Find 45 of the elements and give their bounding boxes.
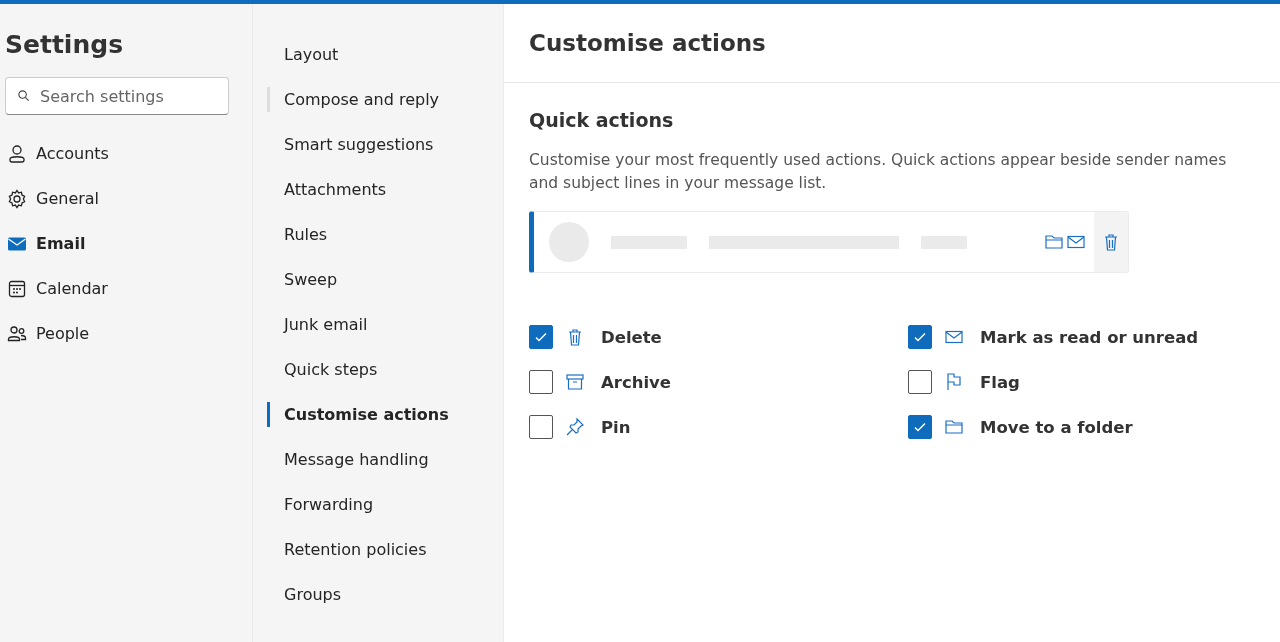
- people-icon: [7, 323, 27, 344]
- checkbox[interactable]: [529, 415, 553, 439]
- settings-menu-item[interactable]: Retention policies: [267, 527, 433, 572]
- section-heading: Quick actions: [529, 109, 675, 131]
- settings-menu-item[interactable]: Message handling: [267, 437, 435, 482]
- sidebar-item[interactable]: Email: [5, 221, 86, 266]
- checkbox[interactable]: [529, 370, 553, 394]
- settings-menu-item[interactable]: Rules: [267, 212, 334, 257]
- settings-menu-item[interactable]: Junk email: [267, 302, 374, 347]
- checkbox[interactable]: [908, 325, 932, 349]
- folder-icon: [1044, 232, 1064, 252]
- settings-menu-item[interactable]: Smart suggestions: [267, 122, 440, 167]
- sidebar-item[interactable]: Calendar: [5, 266, 108, 311]
- action-label: Delete: [601, 327, 662, 347]
- checkbox[interactable]: [529, 325, 553, 349]
- sidebar-item[interactable]: General: [5, 176, 100, 221]
- flag-icon: [944, 372, 964, 392]
- settings-menu-item[interactable]: Customise actions: [267, 402, 455, 427]
- search-field[interactable]: Search settings: [5, 77, 229, 115]
- person-icon: [7, 143, 27, 164]
- settings-menu-item[interactable]: Quick steps: [267, 347, 384, 392]
- settings-icon: [7, 188, 27, 209]
- checkbox[interactable]: [908, 370, 932, 394]
- action-label: Archive: [601, 372, 672, 392]
- archive-box-icon: [565, 372, 585, 392]
- settings-menu-item[interactable]: Sweep: [267, 257, 344, 302]
- settings-title: Settings: [5, 30, 124, 59]
- section-description: Customise your most frequently used actions. Quick actions appear beside sender names and subject lines in your message list.: [529, 150, 1228, 194]
- action-label: Pin: [601, 417, 631, 437]
- action-label: Mark as read or unread: [980, 327, 1199, 347]
- folder-icon: [944, 417, 964, 437]
- action-label: Flag: [980, 372, 1020, 392]
- settings-menu-item[interactable]: Forwarding: [267, 482, 380, 527]
- sidebar-item[interactable]: Accounts: [5, 131, 109, 176]
- settings-menu-item[interactable]: Layout: [267, 32, 345, 77]
- settings-menu-item[interactable]: Attachments: [267, 167, 393, 212]
- calendar-icon: [7, 278, 27, 299]
- settings-menu-item[interactable]: Groups: [267, 572, 348, 617]
- action-label: Move to a folder: [980, 417, 1133, 437]
- sidebar-item[interactable]: People: [5, 311, 90, 356]
- search-icon: [17, 89, 30, 102]
- checkbox[interactable]: [908, 415, 932, 439]
- settings-menu-item[interactable]: Compose and reply: [267, 87, 446, 112]
- pin-icon: [565, 417, 585, 437]
- page-title: Customise actions: [529, 30, 766, 56]
